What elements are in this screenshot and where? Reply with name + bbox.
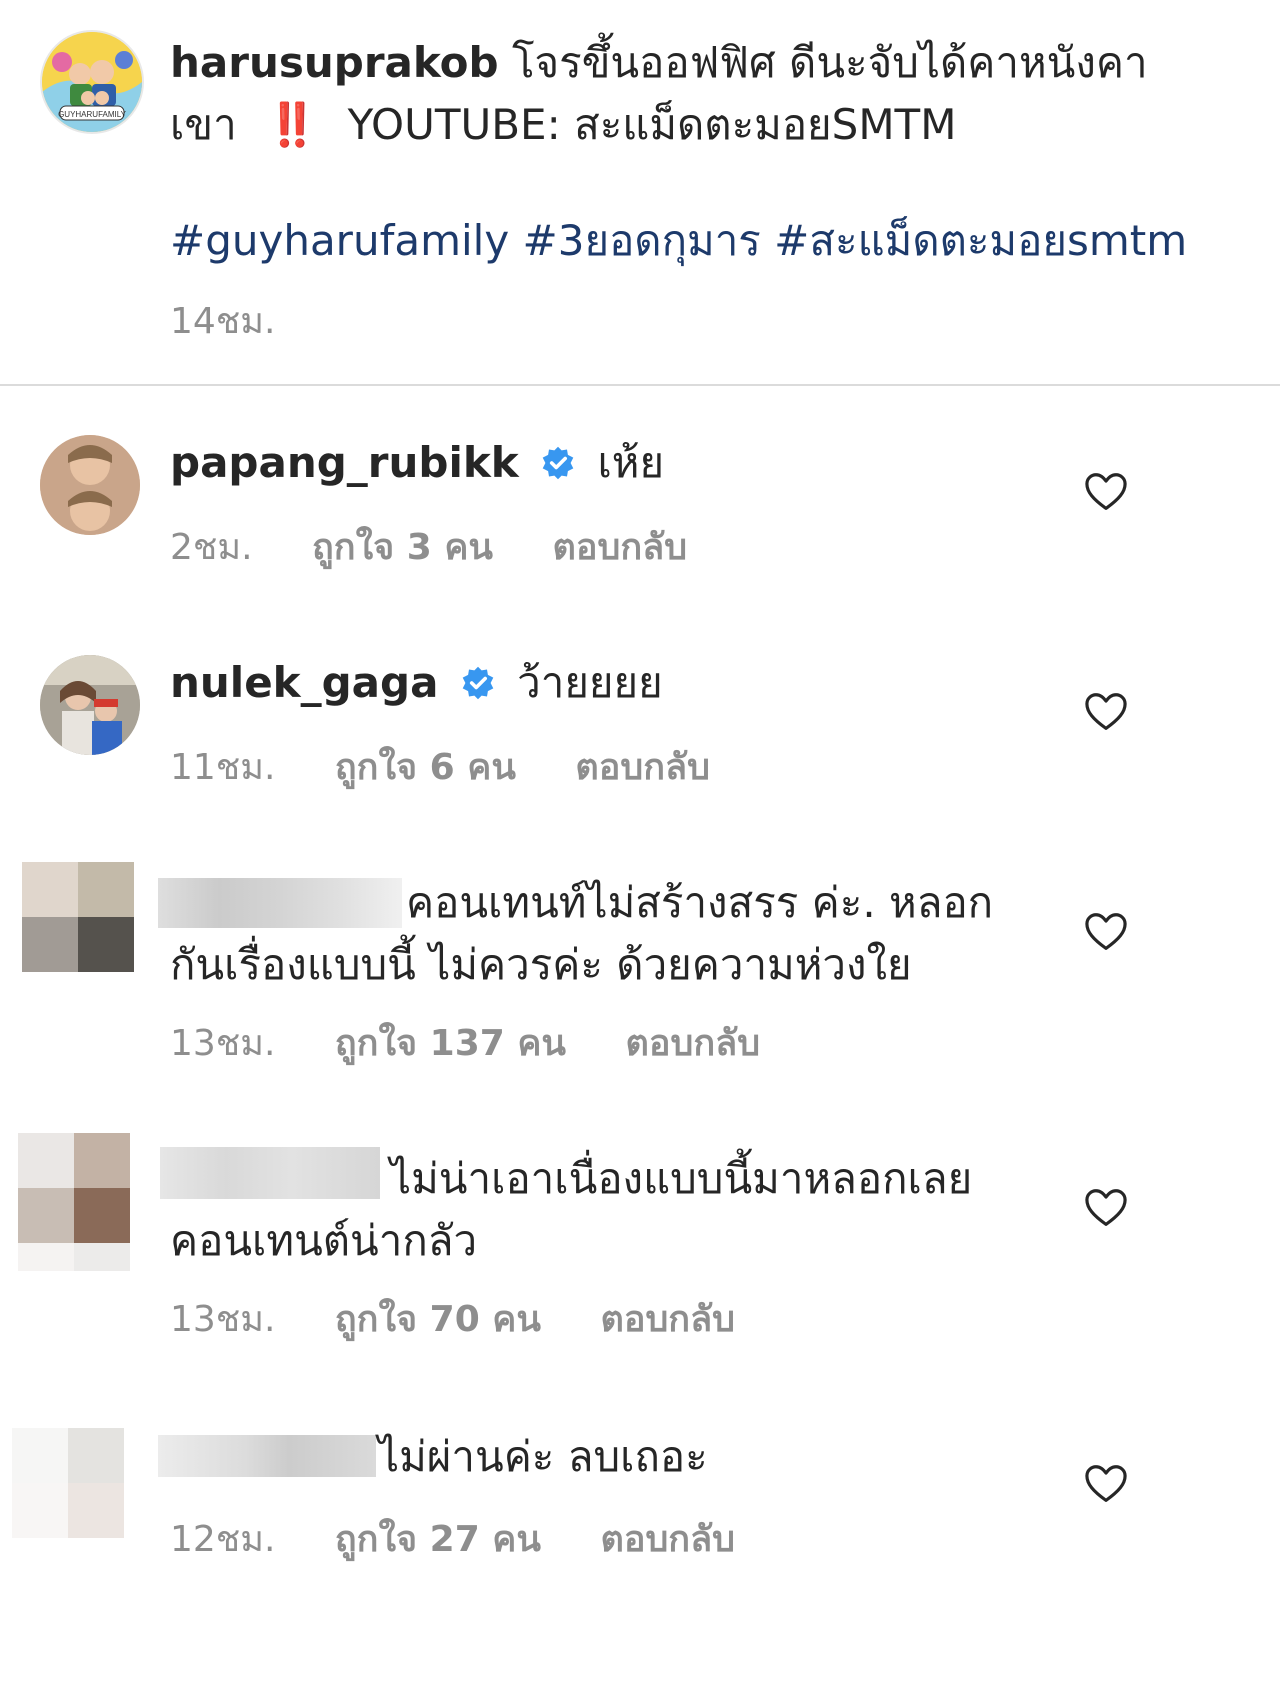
caption-time: 14ชม.: [170, 301, 276, 342]
comment-5-meta: 12ชม. ถูกใจ 27 คน ตอบกลับ: [170, 1510, 735, 1567]
comment-4-likes[interactable]: ถูกใจ 70 คน: [335, 1299, 541, 1340]
comment-1-likes[interactable]: ถูกใจ 3 คน: [312, 527, 493, 568]
comment-3-time: 13ชม.: [170, 1023, 276, 1064]
caption-divider: [0, 384, 1280, 386]
comment-2-reply-button[interactable]: ตอบกลับ: [575, 747, 710, 788]
comment-1-text: เห้ย: [597, 438, 665, 487]
comment-3-meta: 13ชม. ถูกใจ 137 คน ตอบกลับ: [170, 1014, 760, 1071]
comment-3-text-line2: กันเรื่องแบบนี้ ไม่ควรค่ะ ด้วยความห่วงใย: [170, 940, 912, 989]
comment-2-username[interactable]: nulek_gaga: [170, 658, 438, 707]
svg-text:GUYHARUFAMILY: GUYHARUFAMILY: [58, 110, 127, 119]
caption-text-2a: เขา: [170, 100, 237, 149]
comment-4-avatar-pixelated[interactable]: [18, 1133, 130, 1271]
comment-2-meta: 11ชม. ถูกใจ 6 คน ตอบกลับ: [170, 738, 710, 795]
comment-1-username[interactable]: papang_rubikk: [170, 438, 519, 487]
verified-badge-icon: [542, 446, 574, 479]
comment-5-text: ไม่ผ่านค่ะ ลบเถอะ: [170, 1426, 1070, 1488]
caption-line-2: เขา ‼️ YOUTUBE: สะแม็ดตะมอยSMTM: [170, 94, 1230, 156]
comment-3-text: คอนเทนท์ไม่สร้างสรร ค่ะ. หลอก กันเรื่องแ…: [170, 872, 1070, 996]
heart-outline-icon[interactable]: [1084, 692, 1128, 732]
comment-3-likes[interactable]: ถูกใจ 137 คน: [335, 1023, 566, 1064]
avatar-photo-icon: [40, 655, 140, 755]
comment-5-text-line1: ไม่ผ่านค่ะ ลบเถอะ: [378, 1432, 708, 1481]
guyharufamily-logo-icon: GUYHARUFAMILY: [42, 32, 142, 132]
heart-outline-icon[interactable]: [1084, 1188, 1128, 1228]
comment-5-avatar-pixelated[interactable]: [12, 1428, 124, 1538]
caption-body: harusuprakob โจรขึ้นออฟฟิศ ดีนะจับได้คาห…: [170, 32, 1230, 156]
comment-2-time: 11ชม.: [170, 747, 276, 788]
comment-1-time: 2ชม.: [170, 527, 253, 568]
comment-avatar-nulek[interactable]: [40, 655, 140, 755]
verified-badge-icon: [462, 666, 494, 699]
comment-4-time: 13ชม.: [170, 1299, 276, 1340]
comment-5-likes[interactable]: ถูกใจ 27 คน: [335, 1519, 541, 1560]
heart-outline-icon[interactable]: [1084, 472, 1128, 512]
avatar-photo-icon: [40, 435, 140, 535]
comment-3-avatar-pixelated[interactable]: [22, 862, 134, 972]
comment-avatar-papang[interactable]: [40, 435, 140, 535]
comment-3-reply-button[interactable]: ตอบกลับ: [626, 1023, 761, 1064]
caption-avatar[interactable]: GUYHARUFAMILY: [40, 30, 144, 134]
caption-text-2b: YOUTUBE: สะแม็ดตะมอยSMTM: [347, 100, 957, 149]
comment-5-reply-button[interactable]: ตอบกลับ: [600, 1519, 735, 1560]
comment-5-time: 12ชม.: [170, 1519, 276, 1560]
caption-text-1: โจรขึ้นออฟฟิศ ดีนะจับได้คาหนังคา: [511, 38, 1148, 87]
double-exclamation-icon: ‼️: [266, 100, 319, 149]
comment-1-line: papang_rubikk เห้ย: [170, 432, 664, 494]
comment-1-meta: 2ชม. ถูกใจ 3 คน ตอบกลับ: [170, 518, 687, 575]
caption-line-1: harusuprakob โจรขึ้นออฟฟิศ ดีนะจับได้คาห…: [170, 32, 1230, 94]
comment-4-text: ไม่น่าเอาเนื่องแบบนี้มาหลอกเลย คอนเทนต์น…: [170, 1148, 1070, 1272]
comment-2-line: nulek_gaga ว้ายยยย: [170, 652, 663, 714]
comment-2-text: ว้ายยยย: [517, 658, 663, 707]
comment-2-likes[interactable]: ถูกใจ 6 คน: [335, 747, 516, 788]
comment-4-text-line1: ไม่น่าเอาเนื่องแบบนี้มาหลอกเลย: [390, 1154, 973, 1203]
caption-username[interactable]: harusuprakob: [170, 38, 499, 87]
comment-4-meta: 13ชม. ถูกใจ 70 คน ตอบกลับ: [170, 1290, 735, 1347]
comment-1-reply-button[interactable]: ตอบกลับ: [553, 527, 688, 568]
comment-4-reply-button[interactable]: ตอบกลับ: [600, 1299, 735, 1340]
comment-4-text-line2: คอนเทนต์น่ากลัว: [170, 1216, 478, 1265]
caption-hashtags[interactable]: #guyharufamily #3ยอดกุมาร #สะแม็ดตะมอยsm…: [170, 210, 1250, 272]
heart-outline-icon[interactable]: [1084, 912, 1128, 952]
heart-outline-icon[interactable]: [1084, 1464, 1128, 1504]
comment-3-text-line1: คอนเทนท์ไม่สร้างสรร ค่ะ. หลอก: [406, 878, 994, 927]
